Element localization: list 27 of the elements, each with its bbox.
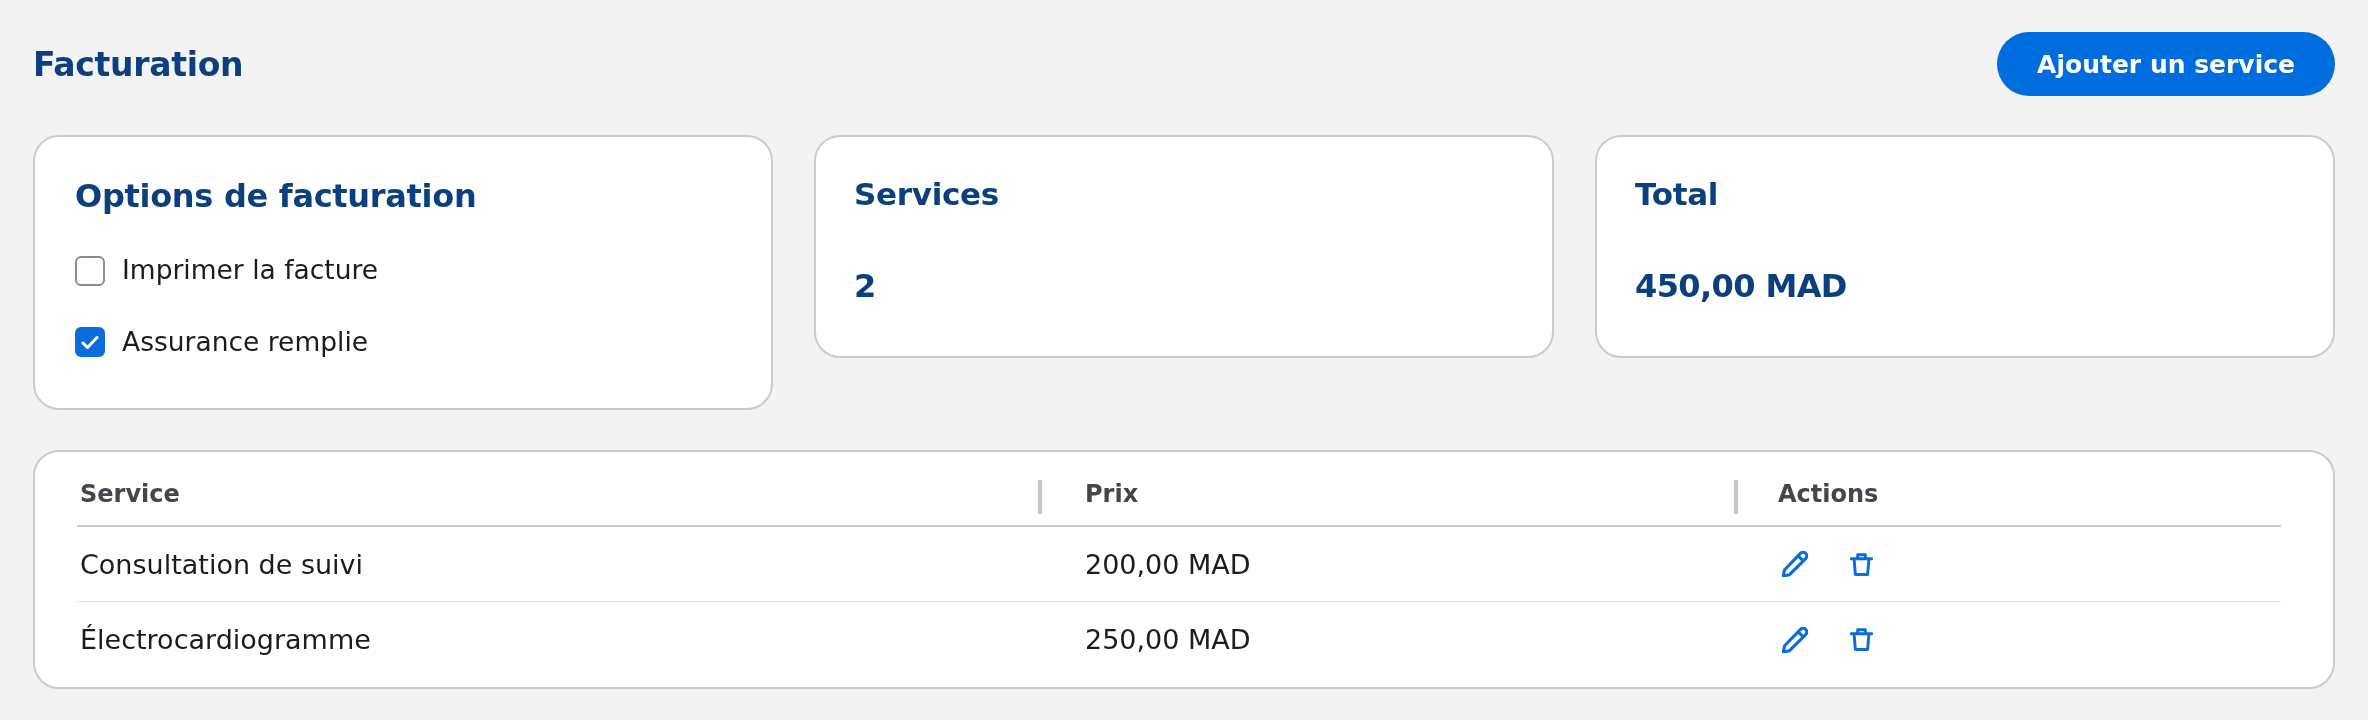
edit-button[interactable] (1782, 626, 1808, 653)
card-title: Options de facturation (75, 177, 478, 216)
table-cell: Consultation de suivi (80, 548, 364, 580)
checkbox-label[interactable]: Imprimer la facture (122, 253, 379, 288)
delete-button[interactable] (1850, 626, 1873, 653)
checkbox[interactable] (75, 255, 105, 286)
trash-icon (1850, 626, 1873, 653)
page-title: Facturation (33, 44, 244, 84)
stat-title: Services (854, 176, 1000, 214)
stat-value: 2 (854, 267, 877, 306)
check-icon (81, 334, 99, 350)
stat-value: 450,00 MAD (1635, 267, 1848, 306)
column-header: Actions (1778, 479, 1879, 508)
checkbox-label[interactable]: Assurance remplie (122, 324, 369, 360)
add-service-button[interactable]: Ajouter un service (1997, 32, 2335, 96)
table-cell: 250,00 MAD (1085, 624, 1251, 655)
stat-title: Total (1635, 176, 1720, 214)
pencil-icon (1782, 551, 1808, 577)
column-header: Service (80, 479, 180, 508)
edit-button[interactable] (1782, 551, 1808, 577)
column-header: Prix (1085, 479, 1139, 508)
pencil-icon (1782, 626, 1808, 653)
table-cell: Électrocardiogramme (80, 624, 371, 655)
delete-button[interactable] (1850, 550, 1873, 578)
trash-icon (1850, 550, 1873, 578)
table-cell: 200,00 MAD (1085, 548, 1251, 580)
checkbox[interactable] (75, 327, 105, 358)
